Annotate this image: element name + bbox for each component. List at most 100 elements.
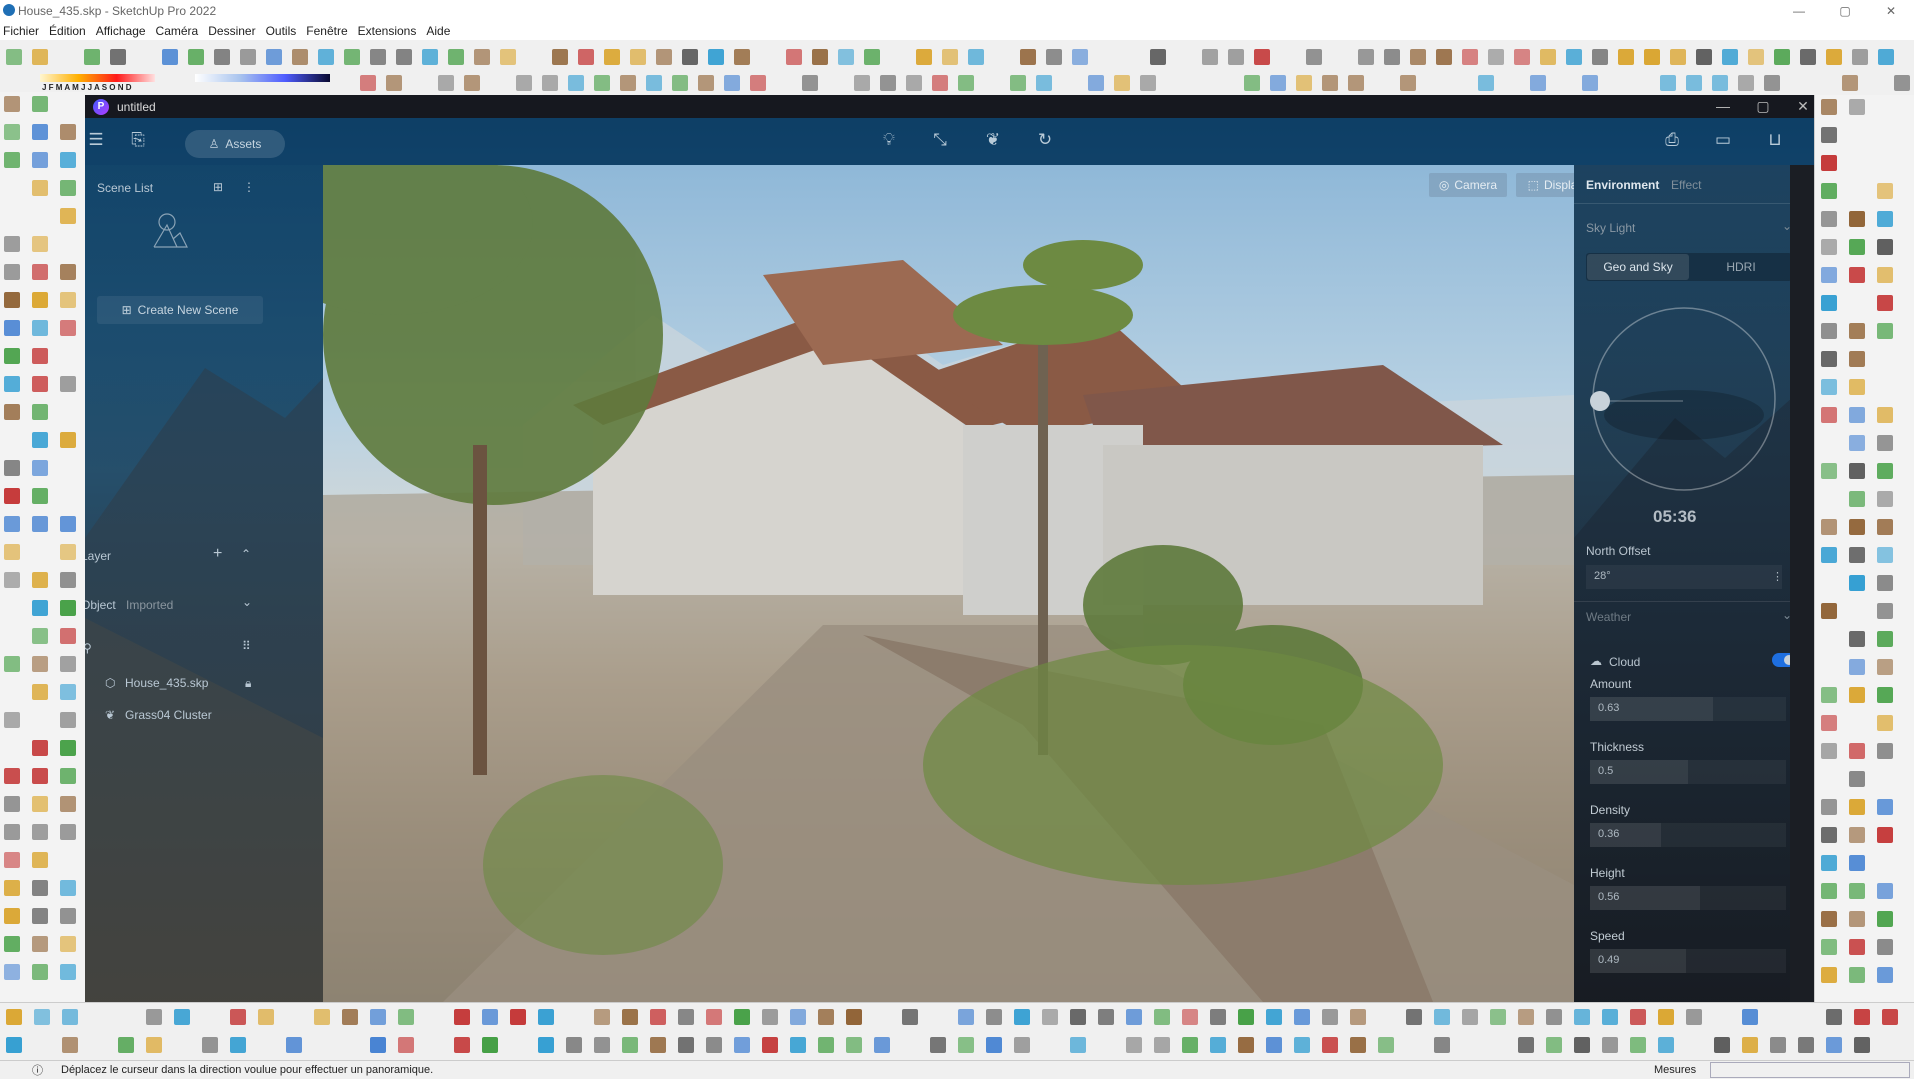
toolbar-tool-icon[interactable] — [1042, 1009, 1058, 1025]
toolbar-tool-icon[interactable] — [4, 124, 20, 140]
toolbar-tool-icon[interactable] — [1294, 1009, 1310, 1025]
toolbar-tool-icon[interactable] — [1686, 75, 1702, 91]
toolbar-tool-icon[interactable] — [60, 880, 76, 896]
toolbar-tool-icon[interactable] — [1114, 75, 1130, 91]
toolbar-tool-icon[interactable] — [1182, 1037, 1198, 1053]
leaf-icon[interactable]: ❦ — [980, 130, 1006, 150]
toolbar-tool-icon[interactable] — [32, 880, 48, 896]
menu-extensions[interactable]: Extensions — [358, 24, 417, 38]
toolbar-tool-icon[interactable] — [1070, 1037, 1086, 1053]
toolbar-tool-icon[interactable] — [4, 376, 20, 392]
toolbar-tool-icon[interactable] — [1742, 1009, 1758, 1025]
toolbar-tool-icon[interactable] — [1821, 715, 1837, 731]
toolbar-tool-icon[interactable] — [4, 880, 20, 896]
toolbar-tool-icon[interactable] — [1821, 883, 1837, 899]
toolbar-tool-icon[interactable] — [1877, 715, 1893, 731]
tab-environment[interactable]: Environment — [1586, 178, 1659, 192]
toolbar-tool-icon[interactable] — [32, 460, 48, 476]
toolbar-tool-icon[interactable] — [1602, 1009, 1618, 1025]
toolbar-tool-icon[interactable] — [1877, 547, 1893, 563]
toolbar-tool-icon[interactable] — [62, 1009, 78, 1025]
menu-affichage[interactable]: Affichage — [96, 24, 146, 38]
toolbar-tool-icon[interactable] — [646, 75, 662, 91]
toolbar-tool-icon[interactable] — [60, 152, 76, 168]
toolbar-tool-icon[interactable] — [1821, 519, 1837, 535]
toolbar-tool-icon[interactable] — [880, 75, 896, 91]
toolbar-tool-icon[interactable] — [1434, 1009, 1450, 1025]
toolbar-tool-icon[interactable] — [698, 75, 714, 91]
toolbar-tool-icon[interactable] — [60, 432, 76, 448]
toolbar-tool-icon[interactable] — [706, 1009, 722, 1025]
toolbar-tool-icon[interactable] — [958, 1009, 974, 1025]
toolbar-tool-icon[interactable] — [1266, 1037, 1282, 1053]
toolbar-tool-icon[interactable] — [1849, 491, 1865, 507]
toolbar-tool-icon[interactable] — [4, 964, 20, 980]
toolbar-tool-icon[interactable] — [32, 684, 48, 700]
toolbar-tool-icon[interactable] — [1877, 463, 1893, 479]
toolbar-tool-icon[interactable] — [4, 768, 20, 784]
expand-icon[interactable]: ⌄ — [242, 595, 252, 609]
toolbar-tool-icon[interactable] — [60, 712, 76, 728]
toolbar-tool-icon[interactable] — [4, 656, 20, 672]
toolbar-tool-icon[interactable] — [292, 49, 308, 65]
toolbar-tool-icon[interactable] — [1722, 49, 1738, 65]
display-button[interactable]: ⬚Display — [1516, 173, 1574, 197]
toolbar-tool-icon[interactable] — [1350, 1037, 1366, 1053]
toolbar-tool-icon[interactable] — [790, 1037, 806, 1053]
toolbar-tool-icon[interactable] — [1849, 267, 1865, 283]
toolbar-tool-icon[interactable] — [32, 488, 48, 504]
hdri-option[interactable]: HDRI — [1690, 254, 1792, 280]
toolbar-tool-icon[interactable] — [32, 516, 48, 532]
toolbar-tool-icon[interactable] — [422, 49, 438, 65]
toolbar-tool-icon[interactable] — [32, 292, 48, 308]
toolbar-tool-icon[interactable] — [60, 572, 76, 588]
toolbar-tool-icon[interactable] — [60, 824, 76, 840]
toolbar-tool-icon[interactable] — [1566, 49, 1582, 65]
toolbar-tool-icon[interactable] — [370, 1037, 386, 1053]
toolbar-tool-icon[interactable] — [650, 1037, 666, 1053]
menu-fichier[interactable]: Fichier — [3, 24, 39, 38]
toolbar-tool-icon[interactable] — [1849, 407, 1865, 423]
toolbar-tool-icon[interactable] — [1228, 49, 1244, 65]
toolbar-tool-icon[interactable] — [1540, 49, 1556, 65]
height-slider[interactable]: 0.56 — [1590, 886, 1786, 910]
lightbulb-icon[interactable]: 💡︎ — [876, 130, 902, 150]
toolbar-tool-icon[interactable] — [1877, 491, 1893, 507]
toolbar-tool-icon[interactable] — [1406, 1009, 1422, 1025]
toolbar-tool-icon[interactable] — [1574, 1009, 1590, 1025]
toolbar-tool-icon[interactable] — [750, 75, 766, 91]
amount-slider[interactable]: 0.63 — [1590, 697, 1786, 721]
toolbar-tool-icon[interactable] — [1821, 407, 1837, 423]
info-icon[interactable]: ⓘ — [32, 1062, 43, 1078]
north-offset-input[interactable]: 28° ⋮ — [1586, 565, 1783, 589]
toolbar-tool-icon[interactable] — [1072, 49, 1088, 65]
toolbar-tool-icon[interactable] — [60, 964, 76, 980]
create-new-scene-button[interactable]: ⊞ Create New Scene — [97, 296, 263, 324]
toolbar-tool-icon[interactable] — [1849, 379, 1865, 395]
toolbar-tool-icon[interactable] — [1210, 1037, 1226, 1053]
toolbar-tool-icon[interactable] — [370, 1009, 386, 1025]
toolbar-tool-icon[interactable] — [1020, 49, 1036, 65]
toolbar-tool-icon[interactable] — [60, 656, 76, 672]
toolbar-tool-icon[interactable] — [4, 292, 20, 308]
toolbar-tool-icon[interactable] — [1742, 1037, 1758, 1053]
toolbar-tool-icon[interactable] — [1036, 75, 1052, 91]
toolbar-tool-icon[interactable] — [500, 49, 516, 65]
toolbar-tool-icon[interactable] — [1849, 827, 1865, 843]
grid-view-icon[interactable]: ⠿ — [242, 639, 251, 653]
toolbar-tool-icon[interactable] — [32, 796, 48, 812]
toolbar-tool-icon[interactable] — [1821, 351, 1837, 367]
toolbar-tool-icon[interactable] — [60, 908, 76, 924]
toolbar-tool-icon[interactable] — [1849, 211, 1865, 227]
toolbar-tool-icon[interactable] — [1350, 1009, 1366, 1025]
toolbar-tool-icon[interactable] — [1877, 239, 1893, 255]
toolbar-tool-icon[interactable] — [1877, 659, 1893, 675]
toolbar-tool-icon[interactable] — [60, 600, 76, 616]
toolbar-tool-icon[interactable] — [1478, 75, 1494, 91]
shadow-time-slider[interactable] — [195, 74, 330, 82]
toolbar-tool-icon[interactable] — [1821, 127, 1837, 143]
toolbar-tool-icon[interactable] — [1436, 49, 1452, 65]
toolbar-tool-icon[interactable] — [1849, 575, 1865, 591]
toolbar-tool-icon[interactable] — [1877, 407, 1893, 423]
toolbar-tool-icon[interactable] — [84, 49, 100, 65]
